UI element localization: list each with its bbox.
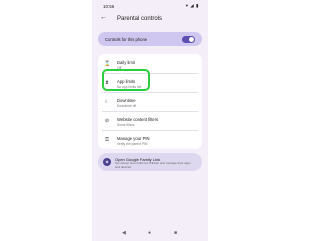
- family-link-card[interactable]: ◈ Open Google Family Link Set screen tim…: [98, 153, 202, 171]
- list-item-website-filters[interactable]: ⊘ Website content filters Some filters: [98, 115, 202, 129]
- app-limits-highlight: [102, 69, 150, 91]
- list-item-subtitle: Downtime off: [117, 103, 137, 108]
- controls-toggle-card[interactable]: Controls for this phone: [98, 32, 202, 46]
- navigation-bar: ◀ ● ■: [92, 229, 208, 239]
- list-item-subtitle: Some filters: [117, 122, 135, 127]
- list-item-title: Manage your PIN: [117, 136, 150, 141]
- divider: [102, 111, 198, 112]
- key-icon: ⚿: [105, 137, 109, 143]
- switch-knob: [189, 36, 194, 42]
- list-item-manage-pin[interactable]: ⚿ Manage your PIN Verify the parent PIN: [98, 134, 202, 148]
- list-item-title: Downtime: [117, 98, 136, 103]
- status-bar: 10:56 ▾ ◢ ▮: [92, 0, 208, 10]
- phone-screen: 10:56 ▾ ◢ ▮ ← Parental controls Controls…: [92, 0, 208, 241]
- nav-back-icon[interactable]: ◀: [122, 230, 126, 236]
- list-item-title: Website content filters: [117, 117, 159, 122]
- divider: [102, 130, 198, 131]
- list-item-subtitle: Verify the parent PIN: [117, 141, 148, 146]
- downtime-icon: ☾: [104, 99, 110, 105]
- controls-toggle-label: Controls for this phone: [105, 36, 148, 42]
- nav-home-icon[interactable]: ●: [148, 230, 151, 236]
- arrow-back-icon[interactable]: ←: [100, 14, 107, 21]
- divider: [102, 92, 198, 93]
- family-link-subtitle: Set screen time limits for children and …: [115, 161, 191, 169]
- filter-icon: ⊘: [104, 118, 110, 124]
- status-icons: ▾ ◢ ▮: [185, 3, 199, 8]
- nav-recent-icon[interactable]: ■: [174, 230, 177, 236]
- hourglass-icon: ⌛: [104, 61, 111, 67]
- status-time: 10:56: [103, 4, 115, 9]
- app-bar: ← Parental controls: [92, 13, 208, 27]
- screenshot-canvas: { "status_bar": { "time": "10:56", "icon…: [0, 0, 300, 241]
- controls-switch[interactable]: [182, 35, 195, 43]
- list-item-downtime[interactable]: ☾ Downtime Downtime off: [98, 96, 202, 110]
- page-title: Parental controls: [117, 16, 163, 22]
- family-link-icon: ◈: [103, 158, 111, 166]
- list-item-title: Daily limit: [117, 60, 135, 65]
